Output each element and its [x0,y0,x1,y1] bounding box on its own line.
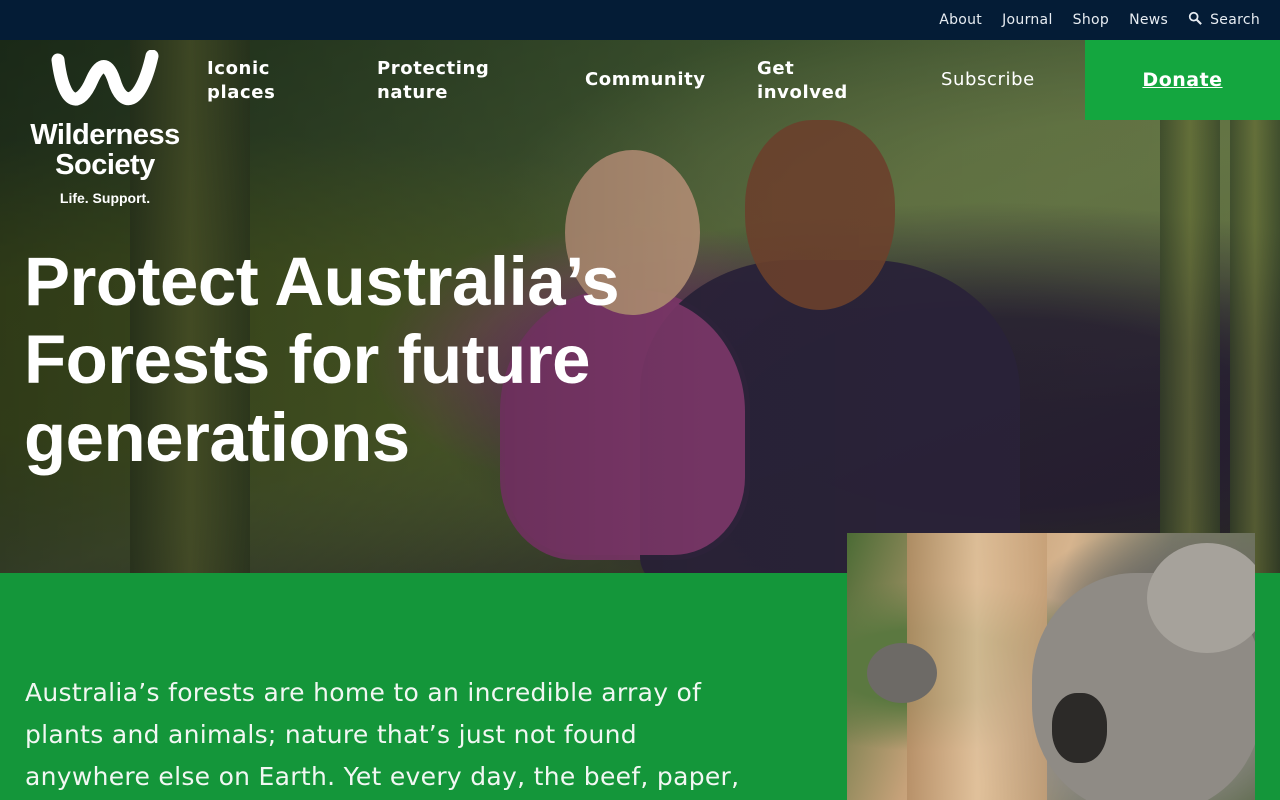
logo-tagline: Life. Support. [59,190,151,206]
nav-iconic-places[interactable]: Iconic places [207,57,275,105]
journal-link[interactable]: Journal [1002,12,1053,28]
hero-headline: Protect Australia’s Forests for future g… [24,243,620,476]
donate-button[interactable]: Donate [1085,40,1280,120]
search-icon [1188,11,1202,29]
intro-paragraph: Australia’s forests are home to an incre… [25,678,740,791]
nav-protecting-nature[interactable]: Protecting nature [377,57,489,105]
logo-wordmark: Wilderness Society [30,119,180,181]
news-link[interactable]: News [1129,12,1168,28]
search-button[interactable]: Search [1188,11,1260,29]
nav-get-involved[interactable]: Get involved [757,57,848,105]
koala-image [847,533,1255,800]
about-link[interactable]: About [939,12,982,28]
main-nav: Iconic places Protecting nature Communit… [0,40,1280,120]
shop-link[interactable]: Shop [1073,12,1109,28]
search-label: Search [1210,12,1260,28]
utility-links: About Journal Shop News Search [939,0,1260,40]
nav-subscribe[interactable]: Subscribe [941,68,1035,92]
nav-community[interactable]: Community [585,68,706,92]
utility-bar: About Journal Shop News Search [0,0,1280,40]
